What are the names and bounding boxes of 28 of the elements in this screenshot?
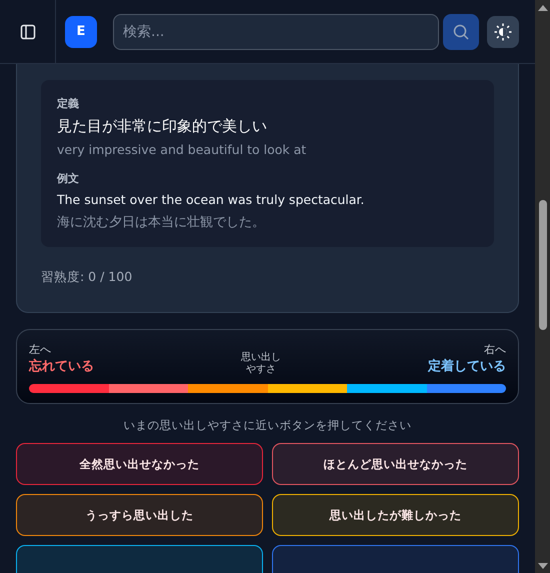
left-hint: 左へ xyxy=(29,342,52,357)
app-logo: E xyxy=(65,16,97,48)
scroll-up-icon[interactable] xyxy=(538,5,548,11)
theme-toggle-button[interactable] xyxy=(487,16,519,48)
mastered-label: 定着している xyxy=(428,358,506,375)
mastery-text: 習熟度: 0 / 100 xyxy=(41,269,134,286)
example-label: 例文 xyxy=(57,171,80,186)
answer-button[interactable]: 思い出したが難しかった xyxy=(272,494,519,536)
search-field[interactable]: 検索... xyxy=(113,14,439,50)
scrollbar[interactable] xyxy=(535,0,550,573)
answer-button[interactable]: 全然思い出せなかった xyxy=(16,443,263,485)
answer-button[interactable]: うっすら思い出した xyxy=(16,494,263,536)
scrollbar-thumb[interactable] xyxy=(538,200,546,330)
forgotten-label: 忘れている xyxy=(29,358,94,375)
scroll-down-icon[interactable] xyxy=(538,563,548,569)
scale-title: 思い出し やすさ xyxy=(241,352,281,376)
search-icon xyxy=(452,22,470,40)
right-hint: 右へ xyxy=(484,342,506,357)
example-sentence: The sunset over the ocean was truly spectacular. xyxy=(57,192,366,207)
definition-label: 定義 xyxy=(57,96,80,111)
instruction-text: いまの思い出しやすさに近いボタンを押してください xyxy=(122,418,412,433)
sidebar-toggle-icon[interactable] xyxy=(20,24,36,40)
sun-icon xyxy=(494,22,512,40)
english-definition: very impressive and beautiful to look at xyxy=(57,142,308,157)
definition-text: 見た目が非常に印象的で美しい xyxy=(57,117,268,136)
search-button[interactable] xyxy=(443,14,479,50)
answer-button[interactable]: ほとんど思い出せなかった xyxy=(272,443,519,485)
example-translation: 海に沈む夕日は本当に壮観でした。 xyxy=(57,214,266,231)
